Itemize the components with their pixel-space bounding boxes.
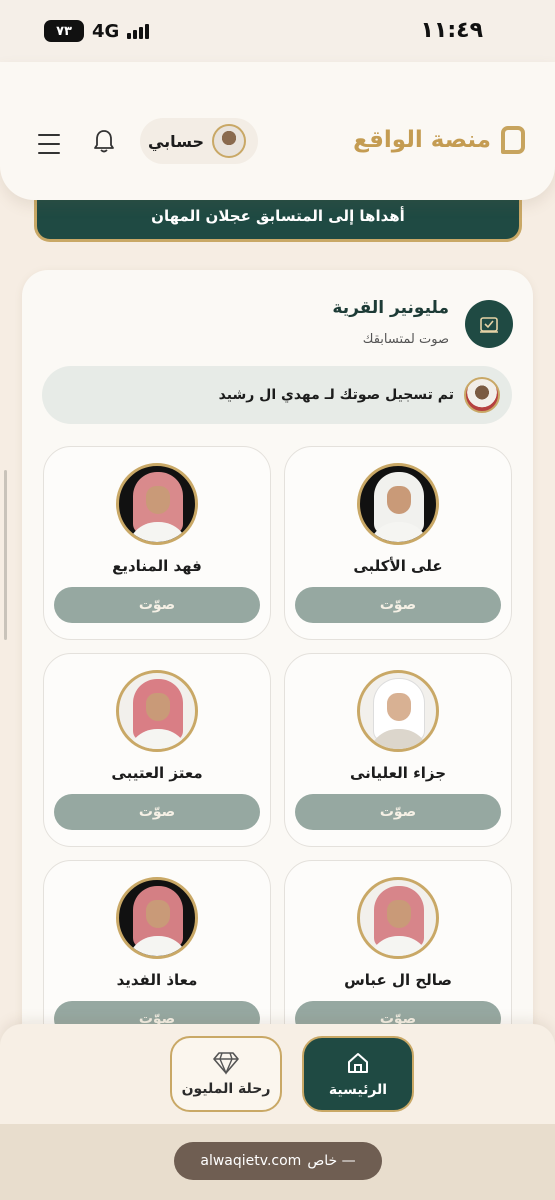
contestant-photo <box>116 670 198 752</box>
contestant-card: صالح ال عباس صوّت <box>284 860 512 1050</box>
contestant-photo <box>357 463 439 545</box>
contestant-photo <box>116 463 198 545</box>
battery-indicator: ٧٣ <box>44 20 84 42</box>
tab-million-journey[interactable]: رحلة المليون <box>170 1036 282 1112</box>
contestant-card: فهد المناديع صوّت <box>43 446 271 640</box>
signal-icon <box>127 23 150 39</box>
contestant-name: معتز العتيبى <box>111 764 203 782</box>
browser-bar: alwaqietv.com خاص — <box>0 1124 555 1200</box>
diamond-icon <box>213 1052 239 1075</box>
vote-box-icon <box>465 300 513 348</box>
avatar <box>464 377 500 413</box>
banner-text: أهداها إلى المتسابق عجلان المهان <box>151 207 405 225</box>
account-button[interactable]: حسابي <box>140 118 258 164</box>
status-time: ١١:٤٩ <box>420 18 483 43</box>
section-title: مليونير القرية <box>332 298 449 318</box>
contestant-card: على الأكلبى صوّت <box>284 446 512 640</box>
bottom-nav: الرئيسية رحلة المليون <box>0 1024 555 1124</box>
status-bar: ٧٣ 4G ١١:٤٩ <box>0 0 555 64</box>
contestant-card: معتز العتيبى صوّت <box>43 653 271 847</box>
tab-home[interactable]: الرئيسية <box>302 1036 414 1112</box>
section-subtitle: صوت لمتسابقك <box>362 332 449 347</box>
vote-button[interactable]: صوّت <box>54 794 260 830</box>
app-header: منصة الواقع حسابي <box>0 62 555 200</box>
network-type: 4G <box>92 20 120 42</box>
tab-journey-label: رحلة المليون <box>181 1081 271 1097</box>
vote-button[interactable]: صوّت <box>54 587 260 623</box>
bell-icon[interactable] <box>92 128 116 154</box>
vote-button[interactable]: صوّت <box>295 794 501 830</box>
contestant-name: معاذ الفديد <box>116 971 198 989</box>
url-field[interactable]: alwaqietv.com خاص — <box>174 1142 382 1180</box>
vote-button[interactable]: صوّت <box>295 587 501 623</box>
contestant-name: على الأكلبى <box>353 557 443 575</box>
contestant-name: فهد المناديع <box>112 557 202 575</box>
vote-confirmation: تم تسجيل صوتك لـ مهدي ال رشيد <box>42 366 512 424</box>
brand-icon <box>501 126 525 154</box>
contestant-photo <box>357 877 439 959</box>
contestant-photo <box>116 877 198 959</box>
notice-text: تم تسجيل صوتك لـ مهدي ال رشيد <box>218 387 454 403</box>
avatar <box>212 124 246 158</box>
url-text: alwaqietv.com <box>200 1153 302 1169</box>
status-indicators: ٧٣ 4G <box>44 20 150 42</box>
contestant-card: جزاء العليانى صوّت <box>284 653 512 847</box>
tab-home-label: الرئيسية <box>328 1082 388 1098</box>
voting-card: مليونير القرية صوت لمتسابقك تم تسجيل صوت… <box>22 270 533 1050</box>
contestant-card: معاذ الفديد صوّت <box>43 860 271 1050</box>
contestant-name: صالح ال عباس <box>344 971 452 989</box>
home-icon <box>348 1053 368 1073</box>
scrollbar[interactable] <box>4 470 7 640</box>
url-tag: خاص — <box>307 1153 356 1169</box>
account-label: حسابي <box>147 131 204 151</box>
brand-logo[interactable]: منصة الواقع <box>353 126 525 154</box>
brand-name: منصة الواقع <box>353 127 491 153</box>
contestant-photo <box>357 670 439 752</box>
contestant-name: جزاء العليانى <box>349 764 447 782</box>
menu-icon[interactable] <box>38 134 60 161</box>
